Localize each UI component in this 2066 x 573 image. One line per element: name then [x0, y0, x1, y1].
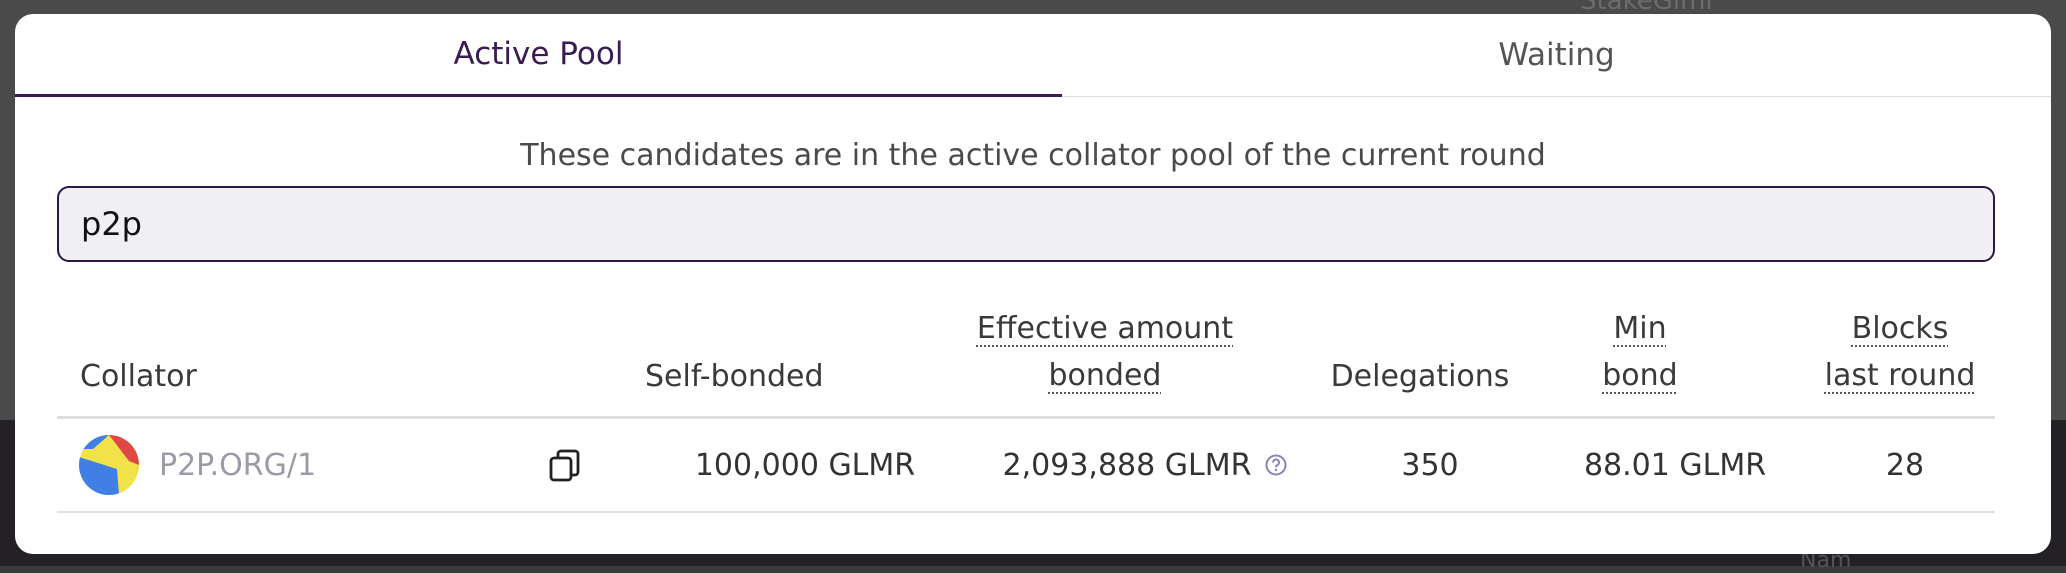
search-input[interactable] [57, 186, 1995, 262]
pool-description: These candidates are in the active colla… [520, 138, 1546, 173]
collator-name[interactable]: P2P.ORG/1 [159, 419, 316, 511]
tab-active-pool[interactable]: Active Pool [15, 14, 1062, 97]
row-divider [57, 511, 1995, 513]
header-collator: Collator [80, 359, 197, 394]
header-effective-line1: Effective amount [976, 311, 1234, 346]
identicon-avatar [79, 435, 139, 495]
question-circle-icon[interactable] [1265, 454, 1287, 476]
min-bond-value: 88.01 GLMR [1583, 447, 1767, 483]
header-effective-amount-bonded[interactable]: Effective amount bonded [935, 305, 1275, 399]
header-min-bond[interactable]: Min bond [1570, 305, 1710, 399]
effective-bonded-value: 2,093,888 GLMR [1002, 447, 1252, 483]
header-self-bonded: Self-bonded [645, 359, 824, 394]
header-blocks-last-round[interactable]: Blocks last round [1815, 305, 1985, 399]
header-effective-line2: bonded [1048, 358, 1162, 393]
header-min-bond-line1: Min [1613, 311, 1667, 346]
self-bonded-value: 100,000 GLMR [694, 447, 916, 483]
effective-bonded-cell: 2,093,888 GLMR [975, 419, 1315, 511]
tab-bar: Active Pool Waiting [15, 14, 2051, 97]
header-blocks-line2: last round [1824, 358, 1976, 393]
header-delegations: Delegations [1330, 359, 1510, 394]
collators-modal: Active Pool Waiting These candidates are… [15, 14, 2051, 554]
delegations-value: 350 [1401, 447, 1459, 483]
tab-waiting[interactable]: Waiting [1062, 14, 2051, 96]
header-blocks-line1: Blocks [1851, 311, 1949, 346]
blocks-last-round-value: 28 [1885, 447, 1925, 483]
copy-icon[interactable] [547, 448, 583, 484]
header-min-bond-line2: bond [1602, 358, 1678, 393]
